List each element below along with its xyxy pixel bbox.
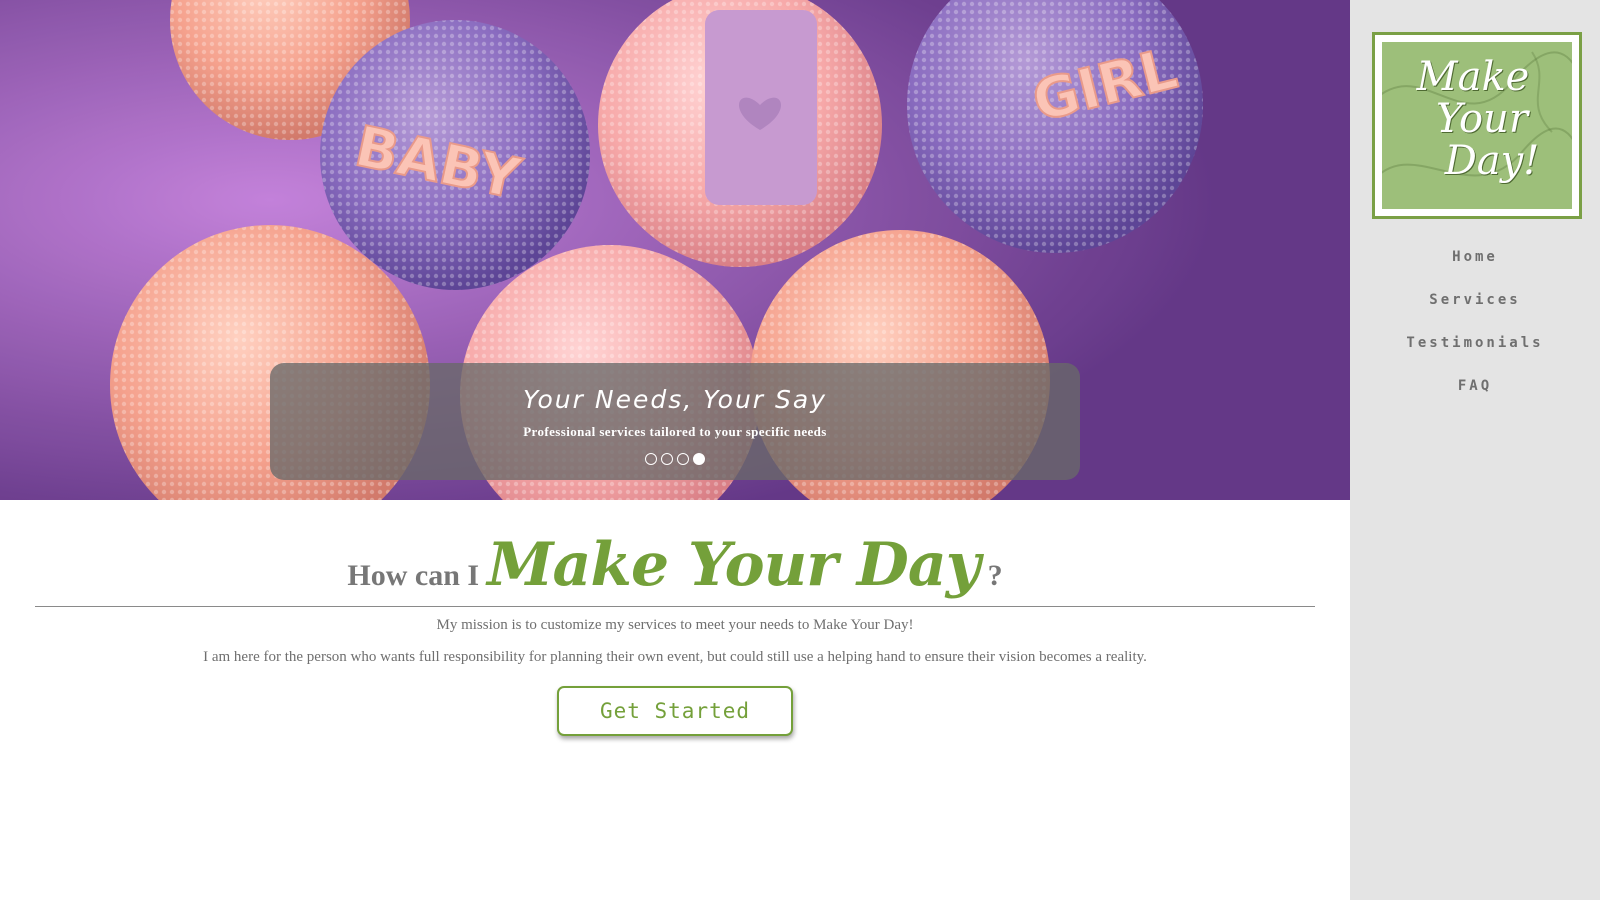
divider [35, 606, 1315, 607]
nav-item-faq: FAQ [1350, 377, 1600, 420]
nav-item-services: Services [1350, 291, 1600, 334]
mission-text: My mission is to customize my services t… [436, 617, 914, 633]
headline-prefix: How can I [347, 559, 480, 592]
slider-dots [270, 453, 1080, 465]
nav-item-testimonials: Testimonials [1350, 334, 1600, 377]
slider-dot-2[interactable] [661, 453, 673, 465]
nav-link-home[interactable]: Home [1452, 249, 1498, 265]
logo-line-2: Your [1436, 96, 1528, 142]
logo[interactable]: Make Your Day! [1372, 32, 1582, 219]
headline-suffix: ? [987, 559, 1003, 592]
nav-link-faq[interactable]: FAQ [1458, 378, 1492, 394]
slide-subtitle: Professional services tailored to your s… [523, 424, 827, 439]
slide-title: Your Needs, Your Say [522, 385, 827, 414]
headline-brand: Make Your Day [487, 530, 980, 600]
hero-slider: BABY GIRL Your Needs, Your Say Professio… [0, 0, 1350, 500]
nav-link-services[interactable]: Services [1429, 292, 1520, 308]
slider-dot-3[interactable] [677, 453, 689, 465]
sidebar: Make Your Day! Home Services Testimonial… [1350, 0, 1600, 900]
slide-caption: Your Needs, Your Say Professional servic… [270, 363, 1080, 480]
about-text: I am here for the person who wants full … [203, 649, 1147, 665]
logo-text: Make Your Day! [1382, 56, 1572, 182]
nav-item-home: Home [1350, 248, 1600, 291]
logo-line-1: Make [1416, 54, 1530, 100]
main-nav: Home Services Testimonials FAQ [1350, 248, 1600, 420]
logo-line-3: Day! [1444, 138, 1540, 184]
slider-dot-1[interactable] [645, 453, 657, 465]
main-content: BABY GIRL Your Needs, Your Say Professio… [0, 0, 1350, 900]
slider-dot-4[interactable] [693, 453, 705, 465]
nav-link-testimonials[interactable]: Testimonials [1406, 335, 1543, 351]
page-headline: How can I Make Your Day ? [0, 530, 1350, 600]
logo-mark: Make Your Day! [1382, 42, 1572, 209]
get-started-button[interactable]: Get Started [557, 686, 793, 736]
